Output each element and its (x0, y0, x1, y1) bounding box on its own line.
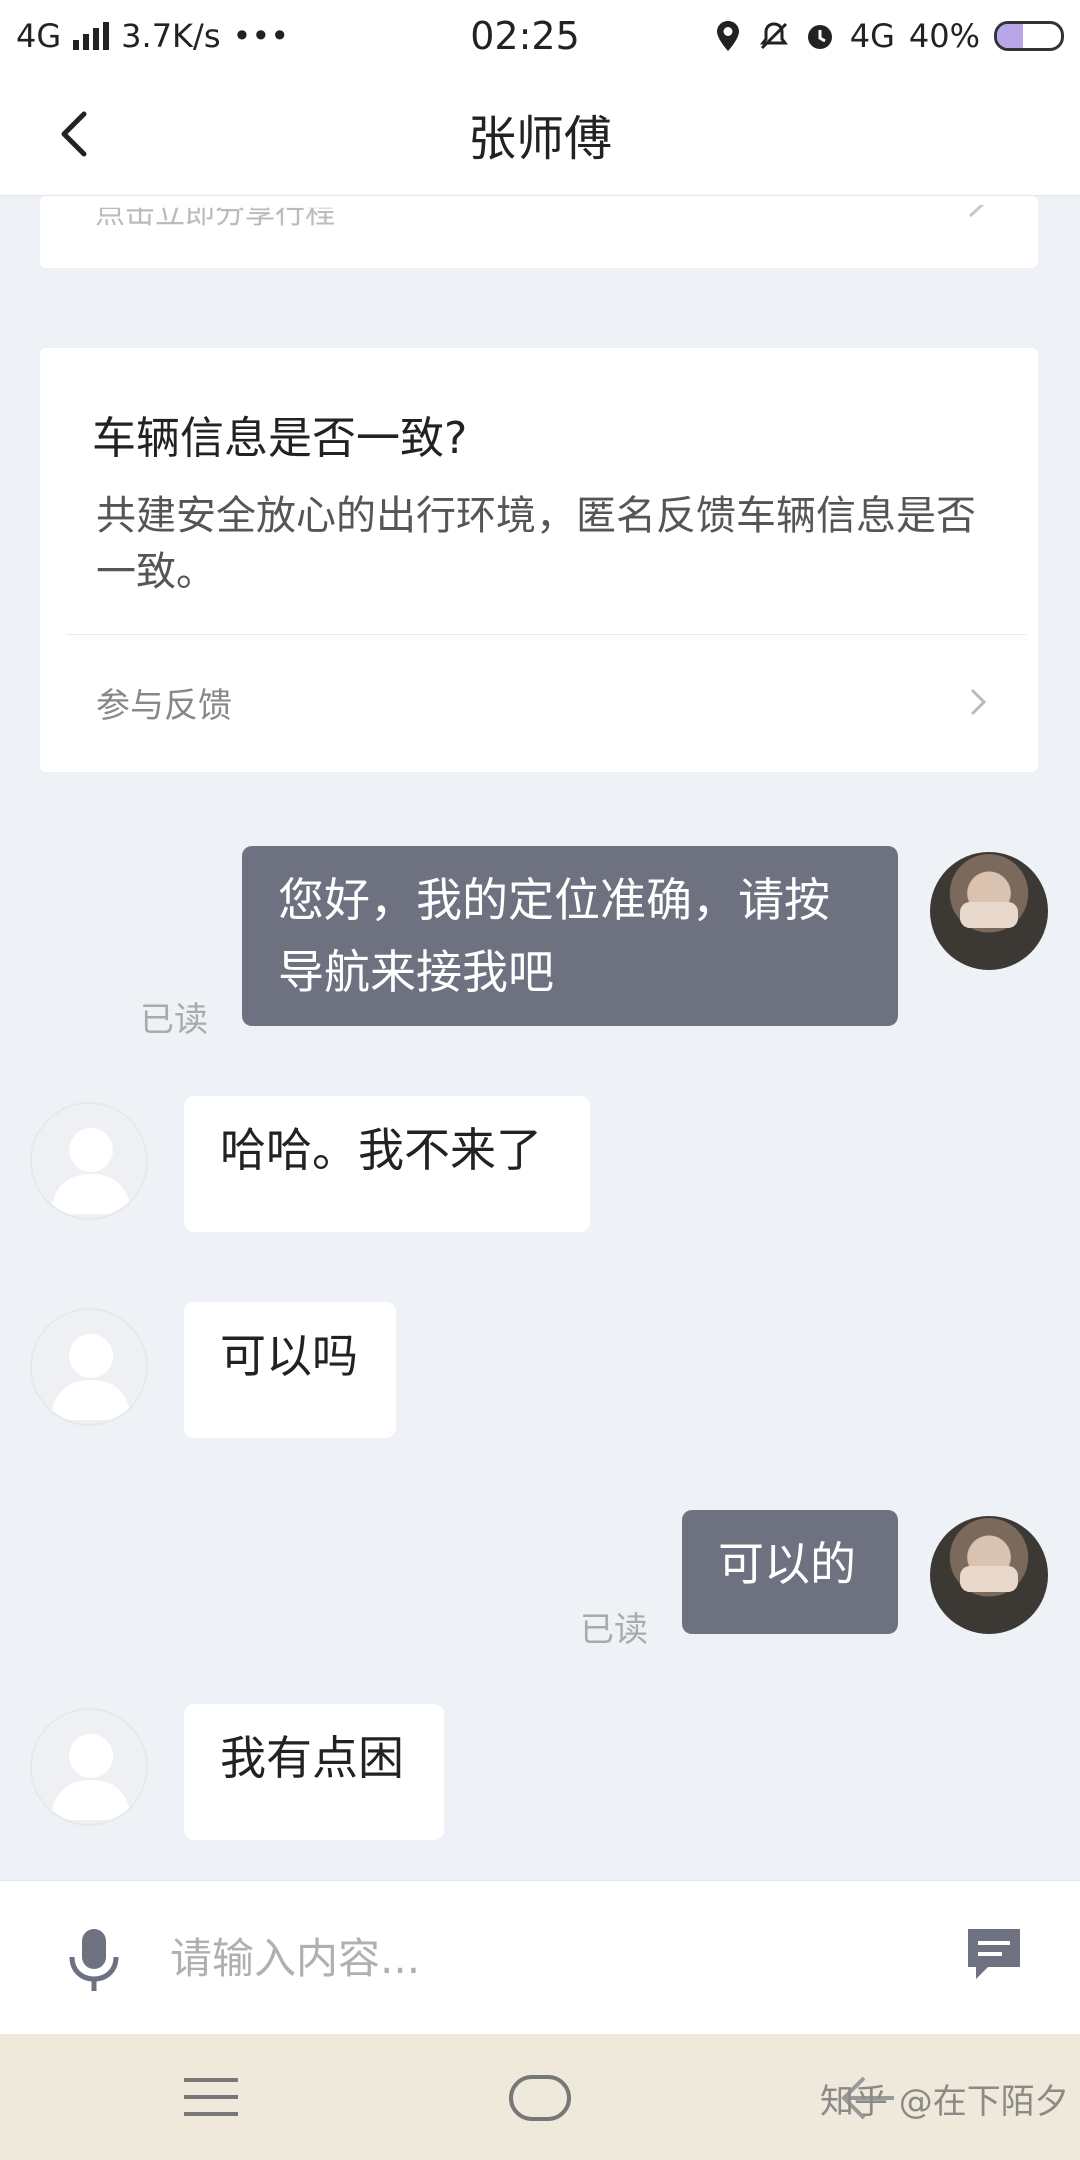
page-title: 张师傅 (467, 110, 612, 167)
message-text: 您好，我的定位准确，请按导航来接我吧 (278, 873, 830, 999)
back-button[interactable] (50, 108, 102, 160)
system-nav-bar: 知乎 @在下陌夕 (0, 2034, 1080, 2160)
quick-phrase-button[interactable] (962, 1923, 1026, 1987)
more-dots: ••• (232, 17, 290, 55)
chevron-left-icon (61, 111, 87, 157)
join-feedback-link[interactable]: 参与反馈 (40, 636, 1038, 772)
menu-button[interactable] (182, 2076, 240, 2118)
battery-icon (994, 21, 1064, 51)
vehicle-feedback-card: 车辆信息是否一致? 共建安全放心的出行环境，匿名反馈车辆信息是否一致。 参与反馈 (40, 348, 1038, 772)
home-icon (509, 2075, 571, 2121)
join-feedback-label: 参与反馈 (96, 686, 232, 726)
location-icon (712, 20, 744, 52)
chevron-right-icon (970, 688, 987, 716)
share-trip-card[interactable]: 点击立即分享行程 (40, 196, 1038, 268)
status-left: 4G 3.7K/s ••• (16, 17, 396, 55)
network-speed: 3.7K/s (121, 17, 221, 55)
feedback-card-title: 车辆信息是否一致? (92, 413, 468, 464)
message-bubble-received[interactable]: 我有点困 (184, 1704, 444, 1840)
message-icon (968, 1929, 1020, 1979)
network-label: 4G (16, 17, 62, 55)
message-input[interactable] (170, 1913, 910, 2003)
clock: 02:25 (470, 14, 580, 58)
watermark: 知乎 @在下陌夕 (820, 2082, 1069, 2122)
voice-button[interactable] (62, 1925, 126, 1995)
divider (66, 634, 1026, 635)
read-status: 已读 (140, 1000, 208, 1040)
message-text: 可以的 (718, 1537, 856, 1591)
message-bubble-sent[interactable]: 可以的 (682, 1510, 898, 1634)
home-button[interactable] (508, 2074, 572, 2122)
default-person-icon (50, 1128, 132, 1214)
driver-avatar[interactable] (30, 1708, 148, 1826)
message-input-bar (0, 1880, 1080, 2034)
default-person-icon (50, 1734, 132, 1820)
message-bubble-received[interactable]: 可以吗 (184, 1302, 396, 1438)
message-text: 哈哈。我不来了 (220, 1123, 542, 1177)
message-bubble-received[interactable]: 哈哈。我不来了 (184, 1096, 590, 1232)
driver-avatar[interactable] (30, 1308, 148, 1426)
message-text: 可以吗 (220, 1329, 358, 1383)
driver-avatar[interactable] (30, 1102, 148, 1220)
status-bar: 4G 3.7K/s ••• 02:25 4G 40% (0, 0, 1080, 72)
network-right-label: 4G (849, 17, 895, 55)
alarm-icon (804, 20, 836, 52)
microphone-icon (69, 1929, 119, 1991)
status-right: 4G 40% (684, 17, 1064, 55)
feedback-card-description: 共建安全放心的出行环境，匿名反馈车辆信息是否一致。 (96, 493, 976, 595)
message-bubble-sent[interactable]: 您好，我的定位准确，请按导航来接我吧 (242, 846, 898, 1026)
default-person-icon (50, 1334, 132, 1420)
chat-header: 张师傅 (0, 72, 1080, 196)
my-avatar[interactable] (930, 1516, 1048, 1634)
my-avatar[interactable] (930, 852, 1048, 970)
read-status: 已读 (580, 1610, 648, 1650)
signal-icon (73, 22, 110, 50)
mute-icon (758, 20, 790, 52)
menu-icon (184, 2078, 238, 2116)
battery-percent: 40% (908, 17, 980, 55)
message-text: 我有点困 (220, 1731, 404, 1785)
